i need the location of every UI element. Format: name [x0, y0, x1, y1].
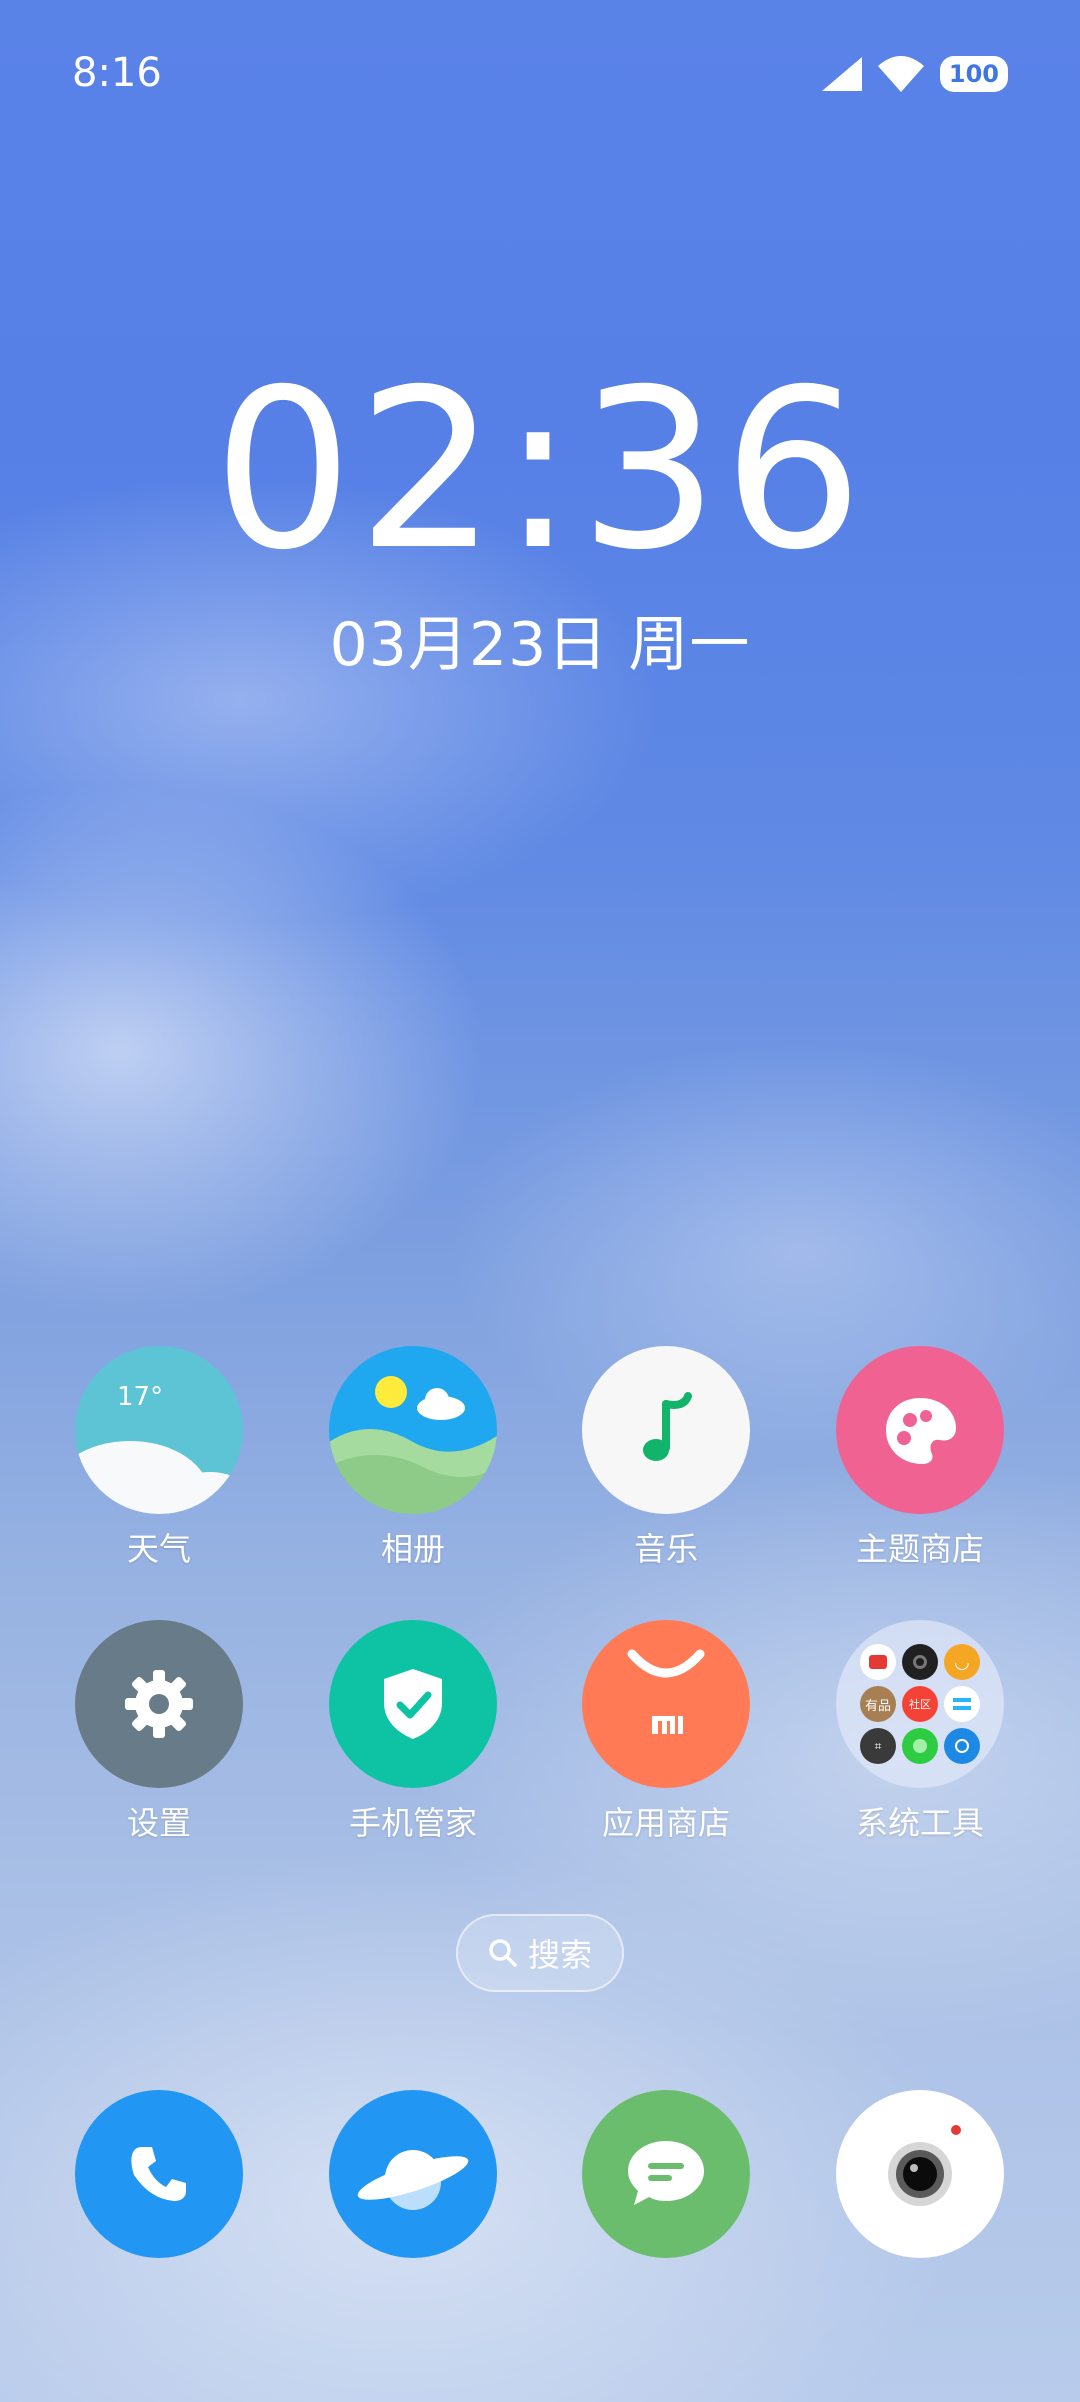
scanner-icon: ⌗: [860, 1728, 896, 1764]
camera-icon: [888, 2125, 961, 2206]
app-label: 音乐: [633, 1530, 698, 1568]
gallery-icon: [329, 1346, 497, 1514]
clock-time[interactable]: 02:36: [0, 360, 1080, 580]
wifi-icon: [877, 56, 924, 92]
dock-messages[interactable]: [582, 2090, 750, 2258]
feedback-icon: ◡: [944, 1644, 980, 1680]
settings-icon: [75, 1620, 243, 1788]
dock-camera[interactable]: [836, 2090, 1004, 2258]
app-store-icon: [582, 1620, 750, 1788]
wallet-icon: [860, 1644, 896, 1680]
dock-phone[interactable]: [75, 2090, 243, 2258]
app-label: 主题商店: [855, 1530, 984, 1568]
battery-icon: 100: [939, 56, 1008, 92]
app-label: 相册: [380, 1530, 445, 1568]
search-icon: [489, 1939, 517, 1967]
app-settings[interactable]: 设置: [29, 1620, 289, 1844]
search-button[interactable]: 搜索: [456, 1914, 624, 1992]
clock-date[interactable]: 03月23日 周一: [0, 596, 1080, 683]
app-themes[interactable]: 主题商店: [790, 1346, 1050, 1570]
community-icon: 社区: [902, 1686, 938, 1722]
music-icon: [582, 1346, 750, 1514]
app-label: 应用商店: [601, 1804, 730, 1842]
system-tools-folder-icon: ◡ 有品 社区 ⌗: [836, 1620, 1004, 1788]
phone-icon: [131, 2147, 186, 2201]
app-label: 手机管家: [348, 1804, 477, 1842]
app-gallery[interactable]: 相册: [283, 1346, 543, 1570]
folder-system-tools[interactable]: ◡ 有品 社区 ⌗ 系统工具: [790, 1620, 1050, 1844]
dock-browser[interactable]: [329, 2090, 497, 2258]
compass-icon: [944, 1728, 980, 1764]
status-icons: 100: [821, 56, 1008, 92]
themes-icon: [836, 1346, 1004, 1514]
weather-temp: 17°: [117, 1382, 164, 1412]
status-time: 8:16: [72, 50, 162, 96]
search-label: 搜索: [527, 1936, 592, 1974]
screen-recorder-icon: [902, 1644, 938, 1680]
cleaner-icon: [902, 1728, 938, 1764]
app-store[interactable]: 应用商店: [536, 1620, 796, 1844]
app-label: 系统工具: [855, 1804, 984, 1842]
signal-icon: [821, 57, 862, 91]
app-weather[interactable]: 17° 天气: [29, 1346, 289, 1570]
app-label: 天气: [126, 1530, 191, 1568]
app-music[interactable]: 音乐: [536, 1346, 796, 1570]
messages-icon: [628, 2141, 704, 2205]
browser-icon: [357, 2150, 469, 2210]
security-icon: [329, 1620, 497, 1788]
app-security[interactable]: 手机管家: [283, 1620, 543, 1844]
weather-icon: 17°: [75, 1346, 243, 1514]
app-label: 设置: [126, 1804, 191, 1842]
files-icon: [944, 1686, 980, 1722]
youpin-icon: 有品: [860, 1686, 896, 1722]
